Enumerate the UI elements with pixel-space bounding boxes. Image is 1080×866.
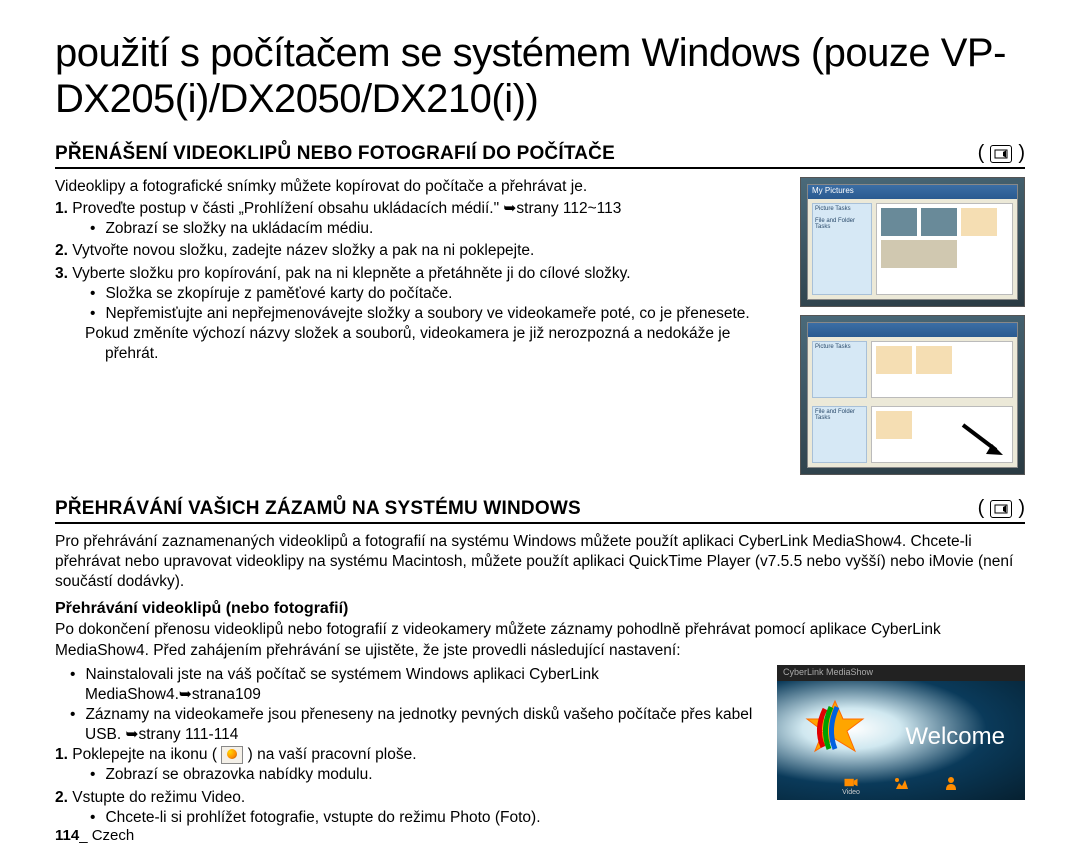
step-3: 3. Vyberte složku pro kopírování, pak na… xyxy=(55,264,785,365)
page-footer: 114_ Czech xyxy=(55,827,134,844)
step3-bullet2: Nepřemisťujte ani nepřejmenovávejte slož… xyxy=(75,304,785,324)
section1-intro: Videoklipy a fotografické snímky můžete … xyxy=(55,177,785,197)
mode-icons: ( ) xyxy=(978,142,1025,165)
section2-bottom: Nainstalovali jste na váš počítač se sys… xyxy=(55,665,1025,830)
prereq-bullet2: Záznamy na videokameře jsou přeneseny na… xyxy=(55,705,762,745)
step-1: 1. Proveďte postup v části „Prohlížení o… xyxy=(55,199,785,239)
section2-para: Po dokončení přenosu videoklipů nebo fot… xyxy=(55,620,1025,660)
video-mode-icon: Video xyxy=(841,776,861,796)
camera-mode-icon xyxy=(990,500,1012,518)
section1-content: Videoklipy a fotografické snímky můžete … xyxy=(55,177,1025,475)
photo-mode-icon xyxy=(891,776,911,796)
section2-intro: Pro přehrávání zaznamenaných videoklipů … xyxy=(55,532,1025,592)
step3-note: Pokud změníte výchozí názvy složek a sou… xyxy=(75,324,785,364)
step-2: 2. Vytvořte novou složku, zadejte název … xyxy=(55,241,785,261)
play-step1-bullet: Zobrazí se obrazovka nabídky modulu. xyxy=(75,765,762,785)
windows-explorer-screenshot-1: My Pictures Picture Tasks File and Folde… xyxy=(800,177,1025,307)
step1-bullet: Zobrazí se složky na ukládacím médiu. xyxy=(75,219,785,239)
section2-heading: PŘEHRÁVÁNÍ VAŠICH ZÁZAMŮ NA SYSTÉMU WIND… xyxy=(55,498,581,520)
windows-explorer-screenshot-2: Picture Tasks File and Folder Tasks xyxy=(800,315,1025,475)
section1-header: PŘENÁŠENÍ VIDEOKLIPŮ NEBO FOTOGRAFIÍ DO … xyxy=(55,142,1025,169)
prereq-bullet1: Nainstalovali jste na váš počítač se sys… xyxy=(55,665,762,705)
mode-icons-2: ( ) xyxy=(978,497,1025,520)
camera-mode-icon xyxy=(990,145,1012,163)
section2-subheading: Přehrávání videoklipů (nebo fotografií) xyxy=(55,600,1025,618)
section1-heading: PŘENÁŠENÍ VIDEOKLIPŮ NEBO FOTOGRAFIÍ DO … xyxy=(55,143,615,165)
mediashow-desktop-icon xyxy=(221,746,243,764)
play-step2: 2. Vstupte do režimu Video. Chcete-li si… xyxy=(55,788,762,828)
play-step1: 1. Poklepejte na ikonu ( ) na vaší praco… xyxy=(55,745,762,785)
page-title: použití s počítačem se systémem Windows … xyxy=(55,30,1025,122)
welcome-label: Welcome xyxy=(905,723,1005,751)
person-mode-icon xyxy=(941,776,961,796)
mediashow-welcome-screenshot: CyberLink MediaShow Welcome Video xyxy=(777,665,1025,800)
play-step2-bullet: Chcete-li si prohlížet fotografie, vstup… xyxy=(75,808,762,828)
section2-header: PŘEHRÁVÁNÍ VAŠICH ZÁZAMŮ NA SYSTÉMU WIND… xyxy=(55,497,1025,524)
step3-bullet1: Složka se zkopíruje z paměťové karty do … xyxy=(75,284,785,304)
star-icon xyxy=(805,699,865,759)
